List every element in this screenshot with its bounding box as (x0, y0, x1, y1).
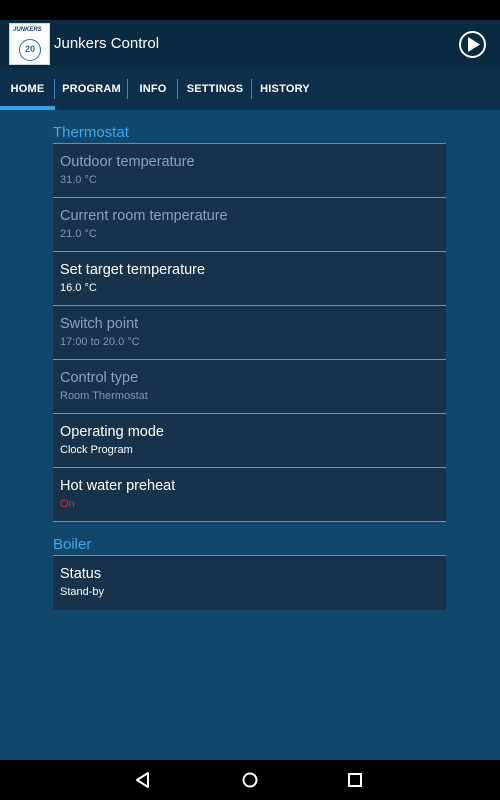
list-item-hot-water-preheat[interactable]: Hot water preheat On (53, 468, 446, 522)
list-item-outdoor-temperature: Outdoor temperature 31.0 °C (53, 144, 446, 198)
list-item-label: Control type (60, 370, 139, 386)
list-item-current-room-temperature: Current room temperature 21.0 °C (53, 198, 446, 252)
list-item-value: 31.0 °C (60, 174, 97, 186)
recents-icon[interactable] (346, 771, 364, 789)
tab-settings-label: SETTINGS (186, 83, 244, 95)
list-item-label: Outdoor temperature (60, 154, 195, 170)
list-item-set-target-temperature[interactable]: Set target temperature 16.0 °C (53, 252, 446, 306)
list-item-switch-point: Switch point 17:00 to 20.0 °C (53, 306, 446, 360)
active-tab-indicator (0, 106, 55, 110)
list-item-value: 16.0 °C (60, 282, 97, 294)
list-item-label: Current room temperature (60, 208, 228, 224)
play-circle-icon (468, 37, 480, 52)
status-bar (0, 0, 500, 20)
tab-info-label: INFO (139, 83, 167, 95)
home-icon[interactable] (241, 771, 259, 789)
list-item-value: 21.0 °C (60, 228, 97, 240)
tab-settings[interactable]: SETTINGS (178, 68, 252, 110)
list-item-label: Status (60, 566, 102, 582)
list-item-value: Clock Program (60, 444, 133, 456)
logo-badge: 20 (19, 39, 41, 61)
list-item-value: Stand-by (60, 586, 105, 598)
list-item-label: Operating mode (60, 424, 164, 440)
list-item-operating-mode[interactable]: Operating mode Clock Program (53, 414, 446, 468)
list-item-label: Hot water preheat (60, 478, 176, 494)
list-item-label: Set target temperature (60, 262, 206, 278)
tab-program-label: PROGRAM (62, 83, 121, 95)
main-content: Thermostat Outdoor temperature 31.0 °C C… (53, 110, 446, 610)
tab-program[interactable]: PROGRAM (55, 68, 128, 110)
list-item-label: Switch point (60, 316, 139, 332)
tab-home[interactable]: HOME (0, 68, 55, 110)
list-item-value: Room Thermostat (60, 390, 148, 402)
section-title-boiler: Boiler (53, 522, 446, 556)
list-item-value: On (60, 498, 75, 510)
play-button[interactable] (459, 31, 486, 58)
logo-brand-text: JUNKERS (13, 27, 42, 33)
app-title: Junkers Control (54, 35, 160, 52)
app-logo: JUNKERS 20 (9, 23, 50, 65)
tab-history[interactable]: HISTORY (252, 68, 318, 110)
list-item-control-type: Control type Room Thermostat (53, 360, 446, 414)
app-bar: JUNKERS 20 Junkers Control (0, 20, 500, 68)
list-item-status[interactable]: Status Stand-by (53, 556, 446, 610)
tab-info[interactable]: INFO (128, 68, 178, 110)
section-title-thermostat: Thermostat (53, 110, 446, 144)
tab-home-label: HOME (10, 83, 45, 95)
navigation-bar (0, 760, 500, 800)
tab-bar: HOME PROGRAM INFO SETTINGS HISTORY (0, 68, 500, 110)
tab-history-label: HISTORY (260, 83, 310, 95)
list-item-value: 17:00 to 20.0 °C (60, 336, 140, 348)
back-icon[interactable] (134, 771, 152, 789)
